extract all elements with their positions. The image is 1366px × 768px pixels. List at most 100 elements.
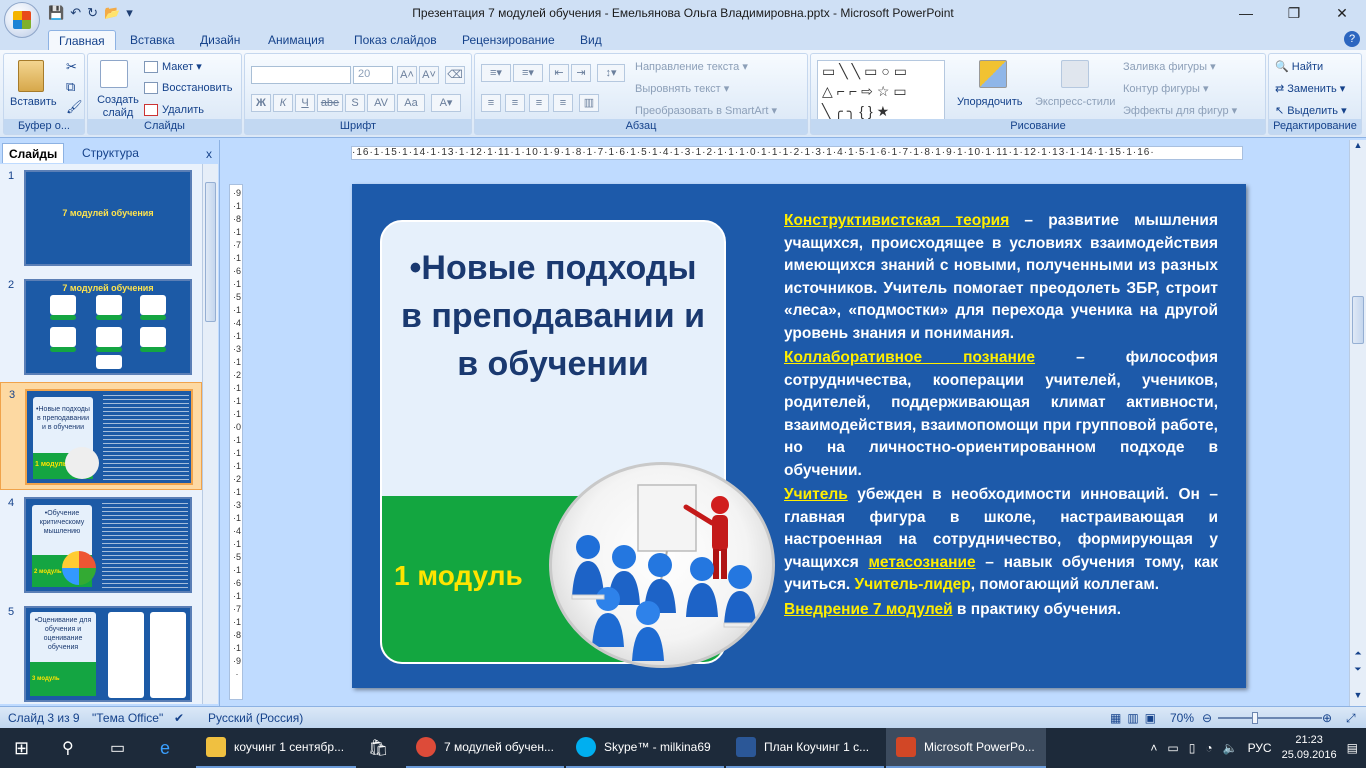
shapes-gallery[interactable]: ▭╲╲▭○▭ △⌐⌐⇨☆▭ ╲╭╮{}★ — [817, 60, 945, 122]
bullets-icon[interactable]: ≡▾ — [481, 64, 511, 82]
align-left-icon[interactable]: ≡ — [481, 94, 501, 112]
new-slide-button[interactable]: Создать слайд — [94, 94, 142, 120]
slide-thumbnail[interactable]: •Обучение критическому мышлению 2 модуль — [24, 497, 192, 593]
windows-start-icon[interactable]: ⊞ — [14, 728, 29, 768]
shape-outline-button[interactable]: Контур фигуры ▾ — [1123, 82, 1209, 95]
notifications-icon[interactable]: ▤ — [1347, 741, 1358, 755]
thumbnail-row[interactable]: 1 7 модулей обучения — [0, 164, 202, 272]
taskbar-app-skype[interactable]: Skype™ - milkina69 — [566, 728, 724, 768]
taskbar-app-powerpoint[interactable]: Microsoft PowerPo... — [886, 728, 1046, 768]
tab-view[interactable]: Вид — [570, 30, 612, 50]
find-button[interactable]: 🔍 Найти — [1275, 60, 1323, 73]
shape-effects-button[interactable]: Эффекты для фигур ▾ — [1123, 104, 1237, 117]
next-slide-icon[interactable]: ⏷ — [1350, 664, 1366, 678]
thumbnail-row-selected[interactable]: 3 •Новые подходы в преподавании и в обуч… — [0, 382, 202, 490]
bold-button[interactable]: Ж — [251, 94, 271, 112]
tab-animation[interactable]: Анимация — [258, 30, 334, 50]
taskbar-app-explorer[interactable]: коучинг 1 сентябр... — [196, 728, 356, 768]
quick-styles-button[interactable]: Экспресс-стили — [1035, 96, 1115, 108]
tray-up-icon[interactable]: ˄ — [1150, 741, 1157, 755]
store-icon[interactable]: 🛍 — [368, 728, 388, 768]
replace-button[interactable]: ⇄ Заменить ▾ — [1275, 82, 1345, 95]
smartart-button[interactable]: Преобразовать в SmartArt ▾ — [635, 104, 777, 117]
volume-icon[interactable]: 🔈 — [1223, 741, 1238, 755]
panel-scrollbar[interactable] — [202, 164, 218, 704]
layout-button[interactable]: Макет ▾ — [144, 60, 202, 74]
italic-button[interactable]: К — [273, 94, 293, 112]
help-icon[interactable]: ? — [1344, 31, 1360, 47]
language-indicator[interactable]: Русский (Россия) — [208, 711, 303, 725]
taskbar-app-chrome[interactable]: 7 модулей обучен... — [406, 728, 564, 768]
tab-insert[interactable]: Вставка — [120, 30, 185, 50]
tab-slideshow[interactable]: Показ слайдов — [344, 30, 447, 50]
slide-thumbnail[interactable]: •Новые подходы в преподавании и в обучен… — [25, 389, 193, 485]
thumbnail-row[interactable]: 2 7 модулей обучения — [0, 273, 202, 381]
select-button[interactable]: ↖ Выделить ▾ — [1275, 104, 1347, 117]
tab-home[interactable]: Главная — [48, 30, 116, 50]
align-center-icon[interactable]: ≡ — [505, 94, 525, 112]
grow-font-icon[interactable]: A˄ — [397, 66, 417, 84]
cut-icon[interactable]: ✂ — [66, 59, 77, 75]
paste-button[interactable]: Вставить — [10, 96, 57, 108]
close-button[interactable]: ✕ — [1318, 0, 1366, 28]
wifi-icon[interactable]: ◔ — [1205, 741, 1212, 755]
teacher-illustration[interactable] — [549, 462, 775, 668]
prev-slide-icon[interactable]: ⏶ — [1350, 648, 1366, 662]
editor-scroll-thumb[interactable] — [1352, 296, 1364, 344]
tab-outline[interactable]: Структура — [76, 143, 145, 163]
office-button[interactable] — [4, 2, 40, 38]
shape-fill-button[interactable]: Заливка фигуры ▾ — [1123, 60, 1216, 73]
delete-slide-button[interactable]: Удалить — [144, 104, 204, 117]
shadow-button[interactable]: S — [345, 94, 365, 112]
taskbar-app-word[interactable]: План Коучинг 1 с... — [726, 728, 884, 768]
thumbnail-row[interactable]: 5 •Оценивание для обучения и оценивание … — [0, 600, 202, 704]
view-buttons[interactable]: ▦▥▣ — [1110, 711, 1162, 725]
panel-close-icon[interactable]: x — [206, 147, 212, 161]
char-spacing-button[interactable]: AV — [367, 94, 395, 112]
text-direction-button[interactable]: Направление текста ▾ — [635, 60, 748, 73]
editor-scrollbar[interactable]: ▲ ⏶ ⏷ ▼ — [1349, 140, 1366, 706]
arrange-button[interactable]: Упорядочить — [957, 96, 1022, 108]
edge-icon[interactable]: e — [160, 728, 170, 768]
module-label[interactable]: 1 модуль — [394, 560, 523, 592]
align-text-button[interactable]: Выровнять текст ▾ — [635, 82, 729, 95]
battery-icon[interactable]: ▯ — [1189, 741, 1196, 755]
tab-review[interactable]: Рецензирование — [452, 30, 565, 50]
slide-thumbnail[interactable]: •Оценивание для обучения и оценивание об… — [24, 606, 192, 702]
line-spacing-icon[interactable]: ↕▾ — [597, 64, 625, 82]
search-icon[interactable]: ⚲ — [62, 728, 74, 768]
font-size-field[interactable]: 20 — [353, 66, 393, 84]
font-color-icon[interactable]: A▾ — [431, 94, 461, 112]
slide-heading[interactable]: •Новые подходы в преподавании и в обучен… — [382, 244, 724, 388]
slide-canvas[interactable]: •Новые подходы в преподавании и в обучен… — [352, 184, 1246, 688]
tab-slides[interactable]: Слайды — [2, 143, 65, 163]
zoom-out-icon[interactable]: ⊖ — [1202, 711, 1212, 725]
zoom-slider-handle[interactable] — [1252, 712, 1258, 724]
tab-design[interactable]: Дизайн — [190, 30, 250, 50]
network-icon[interactable]: ▭ — [1167, 741, 1178, 755]
increase-indent-icon[interactable]: ⇥ — [571, 64, 591, 82]
clear-format-icon[interactable]: ⌫ — [445, 66, 465, 84]
spellcheck-icon[interactable]: ✔ — [174, 711, 184, 725]
shrink-font-icon[interactable]: A˅ — [419, 66, 439, 84]
justify-icon[interactable]: ≡ — [553, 94, 573, 112]
thumbnail-row[interactable]: 4 •Обучение критическому мышлению 2 моду… — [0, 491, 202, 599]
decrease-indent-icon[interactable]: ⇤ — [549, 64, 569, 82]
columns-icon[interactable]: ▥ — [579, 94, 599, 112]
zoom-level[interactable]: 70% — [1170, 711, 1194, 725]
font-name-field[interactable] — [251, 66, 351, 84]
strike-button[interactable]: abe — [317, 94, 343, 112]
minimize-button[interactable]: — — [1222, 0, 1270, 28]
clock[interactable]: 21:23 25.09.2016 — [1282, 733, 1337, 763]
align-right-icon[interactable]: ≡ — [529, 94, 549, 112]
reset-button[interactable]: Восстановить — [144, 82, 232, 95]
numbering-icon[interactable]: ≡▾ — [513, 64, 543, 82]
scroll-up-icon[interactable]: ▲ — [1350, 140, 1366, 154]
underline-button[interactable]: Ч — [295, 94, 315, 112]
zoom-slider[interactable] — [1218, 717, 1322, 719]
fit-slide-icon[interactable]: ⤢ — [1346, 711, 1356, 726]
zoom-in-icon[interactable]: ⊕ — [1322, 711, 1332, 725]
slide-thumbnail[interactable]: 7 модулей обучения — [24, 279, 192, 375]
panel-scroll-thumb[interactable] — [205, 182, 216, 322]
slide-thumbnail[interactable]: 7 модулей обучения — [24, 170, 192, 266]
